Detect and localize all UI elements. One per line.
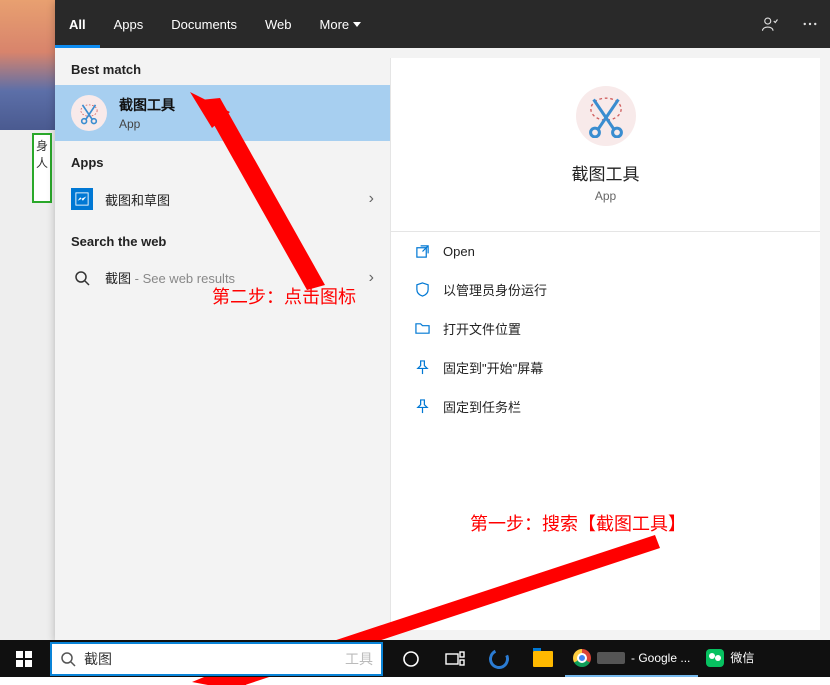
- file-explorer-icon[interactable]: [521, 640, 565, 677]
- action-pin-to-start-label: 固定到"开始"屏幕: [443, 358, 543, 377]
- taskbar: 工具 - Google ... 微信: [0, 640, 830, 677]
- section-search-web: Search the web: [55, 220, 390, 257]
- background-window-fragment: 身人: [32, 133, 52, 203]
- chrome-icon: [573, 649, 591, 667]
- action-open-label: Open: [443, 244, 475, 259]
- action-open[interactable]: Open: [413, 232, 798, 270]
- search-icon: [60, 651, 76, 667]
- action-run-as-admin[interactable]: 以管理员身份运行: [413, 270, 798, 309]
- desktop-left-edge: 身人: [0, 0, 55, 640]
- taskbar-search-box[interactable]: 工具: [50, 642, 383, 676]
- more-options-icon[interactable]: [798, 12, 822, 36]
- pin-start-icon: [413, 359, 431, 377]
- taskbar-chrome-label: - Google ...: [631, 651, 690, 665]
- folder-icon: [413, 320, 431, 338]
- section-best-match: Best match: [55, 48, 390, 85]
- search-results-column: Best match 截图工具 App Apps 截图和草图 › Search …: [55, 48, 390, 640]
- cortana-icon[interactable]: [389, 640, 433, 677]
- action-open-file-location-label: 打开文件位置: [443, 319, 521, 338]
- action-open-file-location[interactable]: 打开文件位置: [413, 309, 798, 348]
- tab-more[interactable]: More: [306, 0, 376, 48]
- feedback-icon[interactable]: [758, 12, 782, 36]
- preview-app-icon: [576, 86, 636, 146]
- task-view-icon[interactable]: [433, 640, 477, 677]
- action-run-as-admin-label: 以管理员身份运行: [443, 280, 547, 299]
- shield-icon: [413, 281, 431, 299]
- action-pin-to-taskbar-label: 固定到任务栏: [443, 397, 521, 416]
- annotation-step1: 第一步：搜索【截图工具】: [470, 510, 686, 536]
- preview-pane: 截图工具 App Open 以管理员身份运行: [390, 58, 820, 630]
- best-match-subtitle: App: [119, 117, 175, 131]
- pin-taskbar-icon: [413, 398, 431, 416]
- tab-web[interactable]: Web: [251, 0, 306, 48]
- section-apps: Apps: [55, 141, 390, 178]
- taskbar-wechat-task[interactable]: 微信: [698, 640, 762, 677]
- tab-documents[interactable]: Documents: [157, 0, 251, 48]
- tab-apps[interactable]: Apps: [100, 0, 158, 48]
- action-pin-to-taskbar[interactable]: 固定到任务栏: [413, 387, 798, 426]
- taskbar-redacted-text: [597, 652, 625, 664]
- app-result-snip-sketch[interactable]: 截图和草图 ›: [55, 178, 390, 220]
- search-filter-tabbar: All Apps Documents Web More: [55, 0, 830, 48]
- snipping-tool-icon: [71, 95, 107, 131]
- desktop-wallpaper-edge: [0, 0, 55, 130]
- taskbar-chrome-task[interactable]: - Google ...: [565, 640, 698, 677]
- chevron-down-icon: [353, 22, 361, 27]
- open-icon: [413, 242, 431, 260]
- search-icon: [71, 267, 93, 289]
- preview-actions: Open 以管理员身份运行 打开文件位置: [391, 231, 820, 426]
- best-match-title: 截图工具: [119, 95, 175, 115]
- tab-all[interactable]: All: [55, 0, 100, 48]
- best-match-text: 截图工具 App: [119, 95, 175, 131]
- chevron-right-icon: ›: [369, 269, 374, 287]
- start-button[interactable]: [0, 640, 48, 677]
- taskbar-icons: - Google ... 微信: [389, 640, 762, 677]
- search-body: Best match 截图工具 App Apps 截图和草图 › Search …: [55, 48, 830, 640]
- app-result-label: 截图和草图: [105, 190, 170, 209]
- search-panel: All Apps Documents Web More Best match: [55, 0, 830, 640]
- preview-title: 截图工具: [572, 160, 640, 185]
- snip-sketch-icon: [71, 188, 93, 210]
- annotation-step2: 第二步：点击图标: [212, 283, 356, 309]
- web-result-query: 截图: [105, 271, 131, 286]
- chevron-right-icon: ›: [369, 190, 374, 208]
- action-pin-to-start[interactable]: 固定到"开始"屏幕: [413, 348, 798, 387]
- edge-browser-icon[interactable]: [477, 640, 521, 677]
- best-match-item[interactable]: 截图工具 App: [55, 85, 390, 141]
- tab-more-label: More: [320, 17, 350, 32]
- preview-subtitle: App: [595, 189, 616, 203]
- wechat-icon: [706, 649, 724, 667]
- taskbar-wechat-label: 微信: [730, 649, 754, 666]
